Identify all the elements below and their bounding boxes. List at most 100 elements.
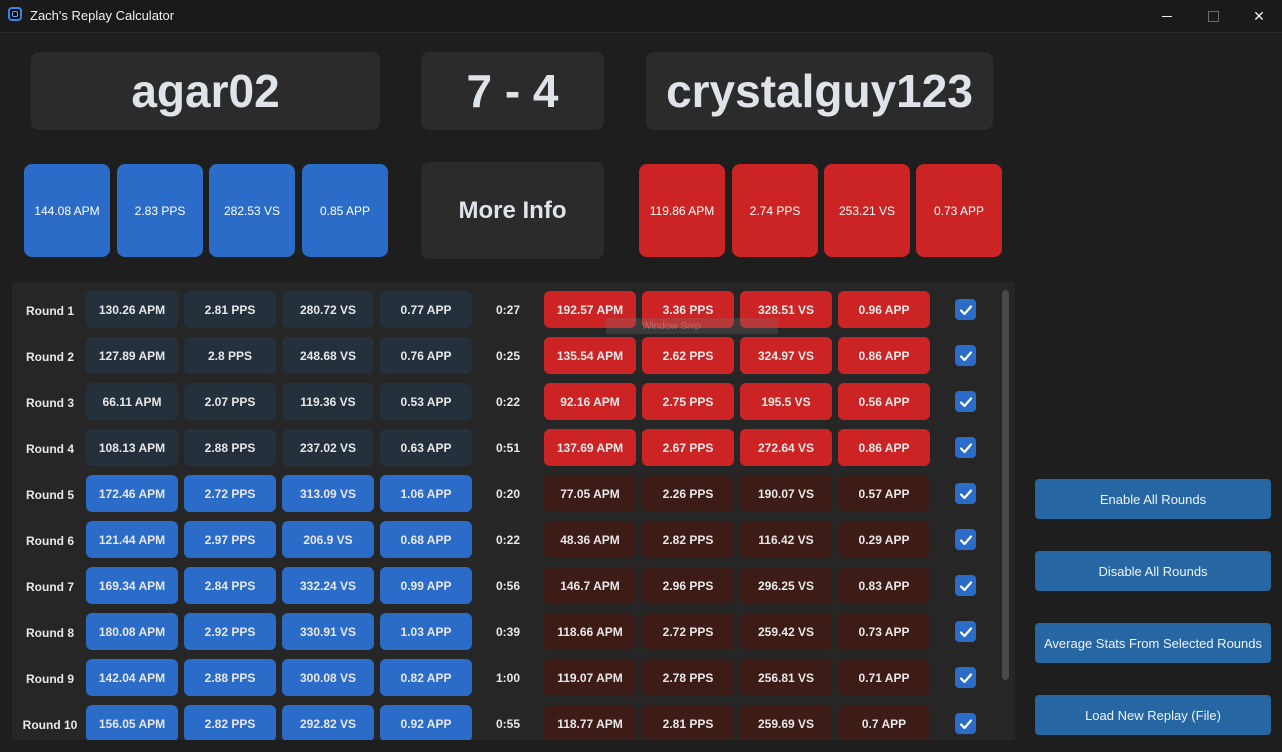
round-row: Round 2 127.89 APM 2.8 PPS 248.68 VS 0.76 AP… [12, 337, 1002, 377]
round-left-pps: 2.92 PPS [184, 613, 276, 650]
round-right-app: 0.96 APP [838, 291, 930, 328]
round-left-pps: 2.82 PPS [184, 705, 276, 740]
round-right-vs: 190.07 VS [740, 475, 832, 512]
checkmark-icon [959, 718, 972, 729]
close-icon: ✕ [1253, 7, 1265, 24]
round-right-vs: 324.97 VS [740, 337, 832, 374]
round-include-checkbox[interactable] [955, 575, 976, 596]
round-row: Round 10 156.05 APM 2.82 PPS 292.82 VS 0.92 … [12, 705, 1002, 740]
round-right-apm: 92.16 APM [544, 383, 636, 420]
maximize-button[interactable] [1190, 0, 1236, 32]
round-left-vs: 248.68 VS [282, 337, 374, 374]
round-time: 0:55 [495, 716, 521, 731]
round-right-apm: 48.36 APM [544, 521, 636, 558]
rounds-list[interactable]: Round 1 130.26 APM 2.81 PPS 280.72 VS 0.77 A… [12, 282, 1015, 740]
checkmark-icon [959, 488, 972, 499]
round-right-apm: 135.54 APM [544, 337, 636, 374]
round-left-vs: 292.82 VS [282, 705, 374, 740]
round-include-checkbox[interactable] [955, 713, 976, 734]
checkmark-icon [959, 304, 972, 315]
score-display: 7 - 4 [421, 52, 604, 130]
round-left-apm: 130.26 APM [86, 291, 178, 328]
round-left-pps: 2.07 PPS [184, 383, 276, 420]
round-left-vs: 332.24 VS [282, 567, 374, 604]
title-bar: Zach's Replay Calculator ✕ [0, 0, 1282, 33]
checkmark-icon [959, 396, 972, 407]
checkmark-icon [959, 350, 972, 361]
round-left-app: 0.82 APP [380, 659, 472, 696]
round-left-apm: 180.08 APM [86, 613, 178, 650]
round-left-app: 0.99 APP [380, 567, 472, 604]
enable-all-rounds-button[interactable]: Enable All Rounds [1035, 479, 1271, 519]
round-left-vs: 119.36 VS [282, 383, 374, 420]
round-left-vs: 300.08 VS [282, 659, 374, 696]
round-include-checkbox[interactable] [955, 483, 976, 504]
round-label: Round 1 [26, 304, 74, 318]
round-right-vs: 256.81 VS [740, 659, 832, 696]
round-left-pps: 2.84 PPS [184, 567, 276, 604]
checkmark-icon [959, 442, 972, 453]
minimize-icon [1162, 15, 1172, 17]
round-row: Round 4 108.13 APM 2.88 PPS 237.02 VS 0.63 A… [12, 429, 1002, 469]
minimize-button[interactable] [1144, 0, 1190, 32]
right-stat-apm: 119.86 APM [639, 164, 725, 257]
disable-all-rounds-button[interactable]: Disable All Rounds [1035, 551, 1271, 591]
round-include-checkbox[interactable] [955, 621, 976, 642]
round-left-vs: 313.09 VS [282, 475, 374, 512]
round-left-app: 0.76 APP [380, 337, 472, 374]
round-right-pps: 2.72 PPS [642, 613, 734, 650]
round-label: Round 10 [22, 718, 78, 732]
round-right-app: 0.71 APP [838, 659, 930, 696]
more-info-button[interactable]: More Info [421, 162, 604, 259]
round-left-pps: 2.88 PPS [184, 429, 276, 466]
left-stat-pps: 2.83 PPS [117, 164, 203, 257]
round-left-app: 0.92 APP [380, 705, 472, 740]
player-left-name: agar02 [31, 52, 380, 130]
round-left-apm: 66.11 APM [86, 383, 178, 420]
round-include-checkbox[interactable] [955, 345, 976, 366]
round-label: Round 4 [26, 442, 74, 456]
round-time: 0:27 [495, 302, 521, 317]
round-right-vs: 195.5 VS [740, 383, 832, 420]
round-include-checkbox[interactable] [955, 667, 976, 688]
round-left-apm: 156.05 APM [86, 705, 178, 740]
round-include-checkbox[interactable] [955, 437, 976, 458]
round-left-apm: 127.89 APM [86, 337, 178, 374]
round-left-apm: 121.44 APM [86, 521, 178, 558]
round-right-app: 0.57 APP [838, 475, 930, 512]
round-left-pps: 2.97 PPS [184, 521, 276, 558]
round-right-app: 0.83 APP [838, 567, 930, 604]
round-include-checkbox[interactable] [955, 529, 976, 550]
round-right-vs: 272.64 VS [740, 429, 832, 466]
round-time: 0:39 [495, 624, 521, 639]
round-right-app: 0.86 APP [838, 337, 930, 374]
round-right-pps: 2.82 PPS [642, 521, 734, 558]
close-button[interactable]: ✕ [1236, 0, 1282, 32]
round-right-apm: 118.77 APM [544, 705, 636, 740]
round-time: 0:22 [495, 394, 521, 409]
right-stat-pps: 2.74 PPS [732, 164, 818, 257]
load-replay-button[interactable]: Load New Replay (File) [1035, 695, 1271, 735]
round-right-vs: 259.69 VS [740, 705, 832, 740]
checkmark-icon [959, 534, 972, 545]
round-right-vs: 116.42 VS [740, 521, 832, 558]
round-include-checkbox[interactable] [955, 299, 976, 320]
round-right-vs: 296.25 VS [740, 567, 832, 604]
player-right-name: crystalguy123 [646, 52, 993, 130]
round-include-checkbox[interactable] [955, 391, 976, 412]
round-left-apm: 172.46 APM [86, 475, 178, 512]
left-stat-apm: 144.08 APM [24, 164, 110, 257]
average-stats-button[interactable]: Average Stats From Selected Rounds [1035, 623, 1271, 663]
right-stat-app: 0.73 APP [916, 164, 1002, 257]
round-time: 0:56 [495, 578, 521, 593]
round-right-vs: 259.42 VS [740, 613, 832, 650]
round-right-pps: 2.81 PPS [642, 705, 734, 740]
round-row: Round 5 172.46 APM 2.72 PPS 313.09 VS 1.06 A… [12, 475, 1002, 515]
round-time: 0:25 [495, 348, 521, 363]
round-left-app: 0.53 APP [380, 383, 472, 420]
round-row: Round 8 180.08 APM 2.92 PPS 330.91 VS 1.03 A… [12, 613, 1002, 653]
round-right-pps: 2.78 PPS [642, 659, 734, 696]
rounds-scrollbar[interactable] [1002, 290, 1009, 680]
round-right-pps: 2.75 PPS [642, 383, 734, 420]
round-label: Round 8 [26, 626, 74, 640]
